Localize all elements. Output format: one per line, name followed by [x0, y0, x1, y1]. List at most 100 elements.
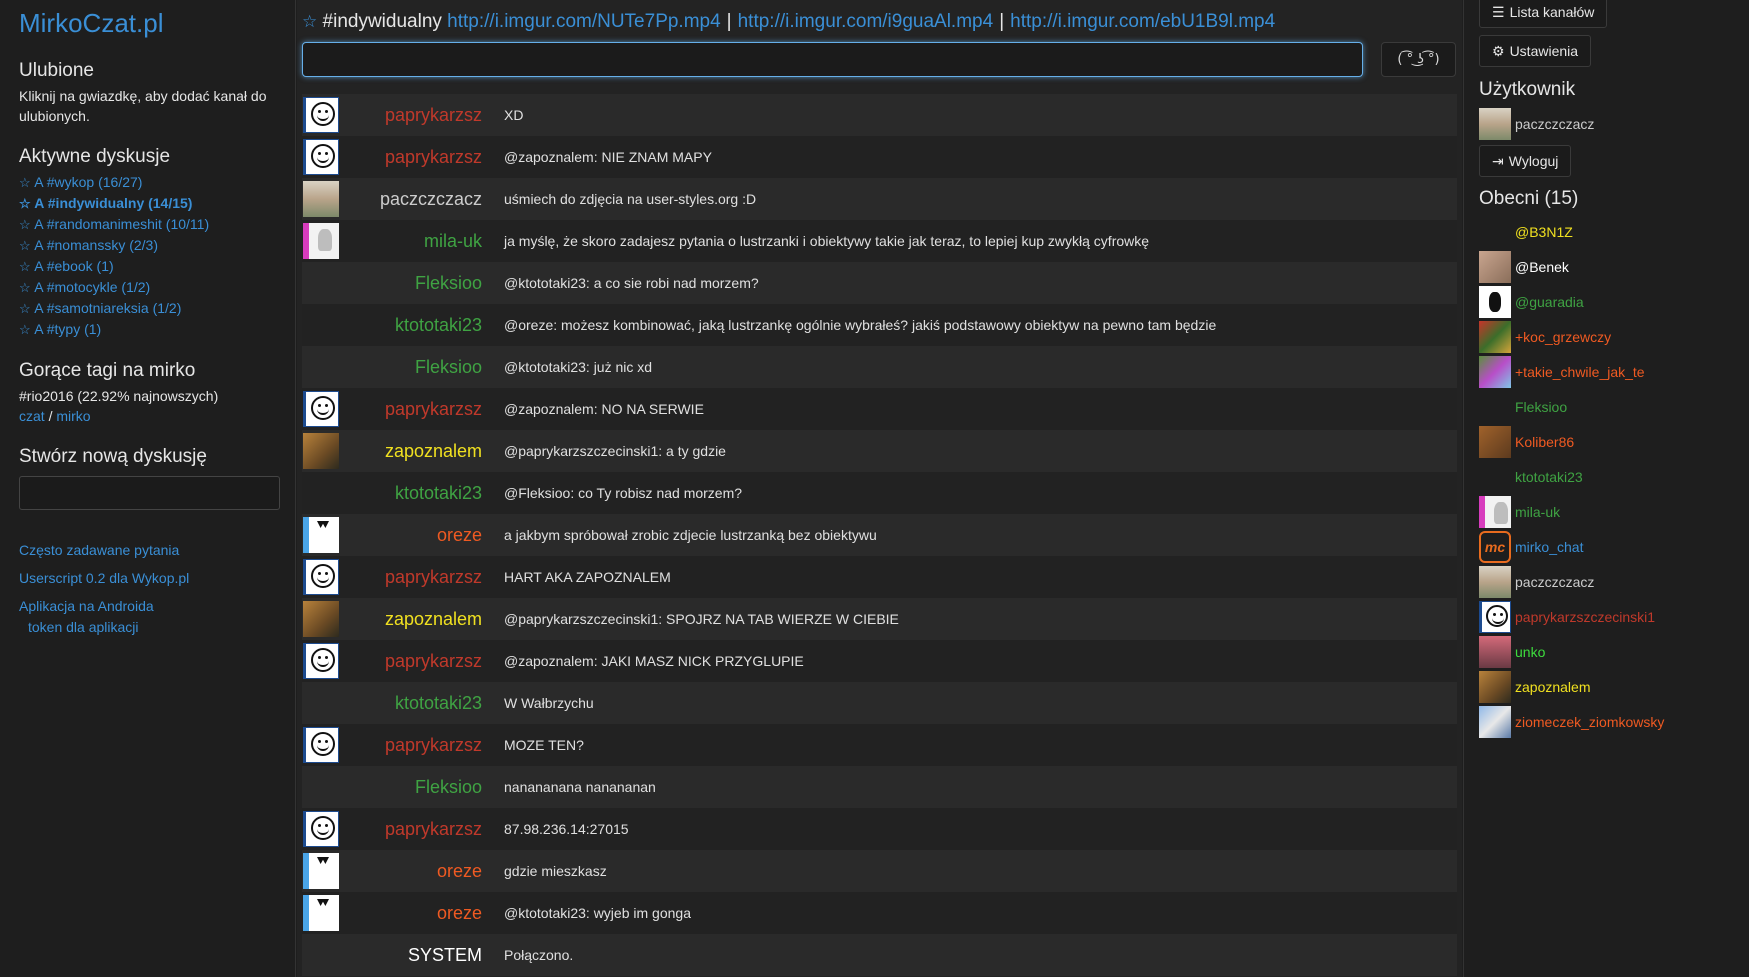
message-row: Fleksioo @ktototaki23: a co sie robi nad …: [302, 262, 1457, 304]
discussion-label: A #nomanssky (2/3): [34, 237, 159, 253]
message-nick[interactable]: paprykarzsz: [339, 105, 501, 126]
app-token-link[interactable]: token dla aplikacji: [19, 617, 295, 637]
discussion-label: A #ebook (1): [34, 258, 114, 274]
message-nick[interactable]: ktototaki23: [339, 483, 501, 504]
discussion-item[interactable]: ☆ A #nomanssky (2/3): [19, 235, 295, 256]
avatar: [1479, 355, 1511, 388]
new-discussion-input[interactable]: [19, 476, 280, 510]
present-user[interactable]: @guaradia: [1479, 284, 1664, 319]
present-user[interactable]: ktototaki23: [1479, 459, 1664, 494]
favorite-star-icon[interactable]: ☆: [302, 12, 317, 31]
message-nick[interactable]: paprykarzsz: [339, 567, 501, 588]
message-nick[interactable]: Fleksioo: [339, 357, 501, 378]
discussion-item[interactable]: ☆ A #randomanimeshit (10/11): [19, 214, 295, 235]
discussion-item[interactable]: ☆ A #wykop (16/27): [19, 172, 295, 193]
hot-tags-section: Gorące tagi na mirko #rio2016 (22.92% na…: [19, 360, 295, 426]
current-user: paczczczacz: [1479, 108, 1594, 140]
left-sidebar: MirkoCzat.pl Ulubione Kliknij na gwiazdk…: [0, 0, 296, 977]
settings-label: Ustawienia: [1509, 43, 1579, 59]
avatar: [1479, 705, 1511, 738]
topic-separator: |: [999, 11, 1005, 32]
message-text: W Wałbrzychu: [504, 695, 594, 711]
message-nick[interactable]: paprykarzsz: [339, 399, 501, 420]
logout-button[interactable]: ⇥ Wyloguj: [1479, 145, 1572, 177]
message-nick[interactable]: zapoznalem: [339, 609, 501, 630]
message-nick[interactable]: oreze: [339, 525, 501, 546]
userscript-link[interactable]: Userscript 0.2 dla Wykop.pl: [19, 568, 295, 588]
message-nick[interactable]: Fleksioo: [339, 777, 501, 798]
message-row: mila-uk ja myślę, że skoro zadajesz pytan…: [302, 220, 1457, 262]
present-user[interactable]: +takie_chwile_jak_te: [1479, 354, 1664, 389]
message-nick[interactable]: ktototaki23: [339, 693, 501, 714]
present-username: mirko_chat: [1515, 538, 1584, 555]
favorite-star-icon[interactable]: ☆: [19, 238, 34, 253]
channel-list-button[interactable]: ☰ Lista kanałów: [1479, 0, 1608, 28]
present-user[interactable]: Koliber86: [1479, 424, 1664, 459]
present-user[interactable]: mc mirko_chat: [1479, 529, 1664, 564]
android-app-link[interactable]: Aplikacja na Androida: [19, 596, 295, 616]
message-input[interactable]: [302, 42, 1363, 77]
message-nick[interactable]: paprykarzsz: [339, 147, 501, 168]
discussion-item[interactable]: ☆ A #indywidualny (14/15): [19, 193, 295, 214]
avatar: [303, 391, 339, 427]
settings-button[interactable]: ⚙ Ustawienia: [1479, 35, 1592, 67]
message-text: nanananana nanananan: [504, 779, 656, 795]
favorite-star-icon[interactable]: ☆: [19, 280, 34, 295]
message-nick[interactable]: paprykarzsz: [339, 735, 501, 756]
message-text: 87.98.236.14:27015: [504, 821, 629, 837]
favorite-star-icon[interactable]: ☆: [19, 217, 34, 232]
present-user[interactable]: +koc_grzewczy: [1479, 319, 1664, 354]
present-user[interactable]: unko: [1479, 634, 1664, 669]
brand-logo[interactable]: MirkoCzat.pl: [19, 8, 295, 38]
discussion-item[interactable]: ☆ A #ebook (1): [19, 256, 295, 277]
present-user[interactable]: paprykarzszczecinski1: [1479, 599, 1664, 634]
hot-link-mirko[interactable]: mirko: [56, 408, 90, 424]
discussion-item[interactable]: ☆ A #samotniareksia (1/2): [19, 298, 295, 319]
message-row: zapoznalem @paprykarzszczecinski1: a ty g…: [302, 430, 1457, 472]
present-username: @guaradia: [1515, 293, 1584, 310]
message-nick[interactable]: mila-uk: [339, 231, 501, 252]
message-nick[interactable]: SYSTEM: [339, 945, 501, 966]
topic-link-1[interactable]: http://i.imgur.com/NUTe7Pp.mp4: [447, 11, 721, 32]
message-nick[interactable]: paczczczacz: [339, 189, 501, 210]
avatar: [303, 811, 339, 847]
present-user[interactable]: paczczczacz: [1479, 564, 1664, 599]
present-user[interactable]: zapoznalem: [1479, 669, 1664, 704]
message-text: @zapoznalem: JAKI MASZ NICK PRZYGLUPIE: [504, 653, 804, 669]
message-text: MOZE TEN?: [504, 737, 584, 753]
discussion-item[interactable]: ☆ A #motocykle (1/2): [19, 277, 295, 298]
message-text: @oreze: możesz kombinować, jaką lustrzan…: [504, 317, 1217, 333]
favorite-star-icon[interactable]: ☆: [19, 175, 34, 190]
message-row: SYSTEM Połączono.: [302, 934, 1457, 976]
present-user[interactable]: mila-uk: [1479, 494, 1664, 529]
message-nick[interactable]: oreze: [339, 903, 501, 924]
list-icon: ☰: [1492, 3, 1505, 20]
message-nick[interactable]: zapoznalem: [339, 441, 501, 462]
message-nick[interactable]: oreze: [339, 861, 501, 882]
message-row: ktototaki23 @Fleksioo: co Ty robisz nad m…: [302, 472, 1457, 514]
avatar: [1479, 461, 1511, 493]
topic-link-2[interactable]: http://i.imgur.com/i9guaAl.mp4: [738, 11, 994, 32]
present-user[interactable]: @Benek: [1479, 249, 1664, 284]
hot-link-czat[interactable]: czat: [19, 408, 45, 424]
favorite-star-icon[interactable]: ☆: [19, 196, 34, 211]
present-user[interactable]: ziomeczek_ziomkowsky: [1479, 704, 1664, 739]
avatar: [303, 139, 339, 175]
discussion-item[interactable]: ☆ A #typy (1): [19, 319, 295, 340]
topic-link-3[interactable]: http://i.imgur.com/ebU1B9l.mp4: [1010, 11, 1275, 32]
message-row: oreze a jakbym spróbował zrobic zdjecie l…: [302, 514, 1457, 556]
faq-link[interactable]: Często zadawane pytania: [19, 540, 295, 560]
favorite-star-icon[interactable]: ☆: [19, 322, 34, 337]
favorite-star-icon[interactable]: ☆: [19, 259, 34, 274]
message-nick[interactable]: paprykarzsz: [339, 819, 501, 840]
message-nick[interactable]: Fleksioo: [339, 273, 501, 294]
favorite-star-icon[interactable]: ☆: [19, 301, 34, 316]
discussion-label: A #indywidualny (14/15): [34, 195, 193, 211]
message-nick[interactable]: ktototaki23: [339, 315, 501, 336]
present-user[interactable]: Fleksioo: [1479, 389, 1664, 424]
present-user[interactable]: @B3N1Z: [1479, 214, 1664, 249]
avatar: mc: [1479, 530, 1511, 563]
lenny-face-button[interactable]: ( ͡° ͜ʖ ͡°): [1381, 42, 1456, 77]
message-nick[interactable]: paprykarzsz: [339, 651, 501, 672]
message-text: @paprykarzszczecinski1: SPOJRZ NA TAB WI…: [504, 611, 899, 627]
